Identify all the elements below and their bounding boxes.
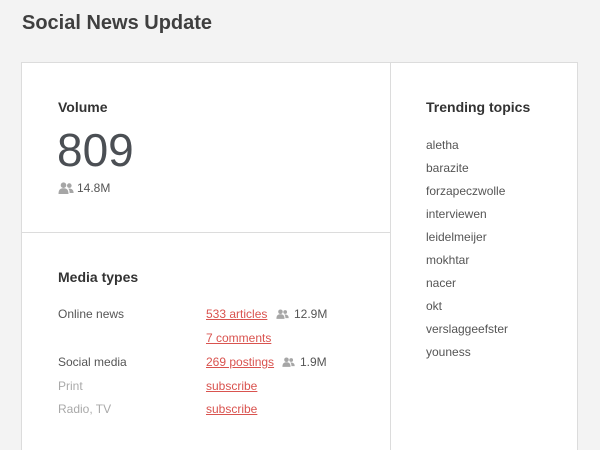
trending-topic[interactable]: barazite bbox=[426, 161, 469, 175]
column-divider bbox=[390, 63, 391, 450]
media-row-online-news-comments: 7 comments bbox=[58, 330, 378, 346]
trending-topic[interactable]: youness bbox=[426, 345, 471, 359]
print-subscribe-link[interactable]: subscribe bbox=[206, 378, 257, 394]
radio-tv-label: Radio, TV bbox=[58, 402, 112, 416]
volume-reach-value: 14.8M bbox=[77, 181, 111, 195]
people-icon bbox=[58, 182, 74, 194]
volume-value: 809 bbox=[57, 124, 134, 176]
online-news-articles-link[interactable]: 533 articles bbox=[206, 306, 267, 322]
media-types-heading: Media types bbox=[58, 269, 139, 285]
dashboard-card: Volume 809 14.8M Media types Online news… bbox=[21, 62, 578, 450]
left-column: Volume 809 14.8M Media types Online news… bbox=[22, 63, 390, 450]
media-row-social-media: Social media 269 postings 1.9M bbox=[58, 354, 378, 370]
section-divider bbox=[22, 232, 390, 233]
trending-topics-heading: Trending topics bbox=[426, 99, 531, 115]
media-row-print: Print subscribe bbox=[58, 378, 378, 394]
social-media-label: Social media bbox=[58, 355, 127, 369]
trending-topic[interactable]: forzapeczwolle bbox=[426, 184, 505, 198]
trending-topic[interactable]: interviewen bbox=[426, 207, 487, 221]
trending-topic[interactable]: mokhtar bbox=[426, 253, 469, 267]
trending-topic[interactable]: okt bbox=[426, 299, 442, 313]
media-row-online-news: Online news 533 articles 12.9M bbox=[58, 306, 378, 322]
media-row-radio-tv: Radio, TV subscribe bbox=[58, 401, 378, 417]
volume-heading: Volume bbox=[58, 99, 108, 115]
page: Social News Update Volume 809 14.8M Medi… bbox=[0, 0, 600, 450]
people-icon bbox=[276, 309, 289, 319]
social-media-reach: 1.9M bbox=[282, 355, 327, 369]
volume-reach: 14.8M bbox=[58, 181, 110, 195]
trending-topic[interactable]: verslaggeefster bbox=[426, 322, 508, 336]
online-news-comments-link[interactable]: 7 comments bbox=[206, 330, 271, 346]
trending-topic[interactable]: leidelmeijer bbox=[426, 230, 487, 244]
online-news-label: Online news bbox=[58, 307, 125, 321]
radio-tv-subscribe-link[interactable]: subscribe bbox=[206, 401, 257, 417]
people-icon bbox=[282, 357, 295, 367]
trending-topic[interactable]: nacer bbox=[426, 276, 456, 290]
online-news-reach: 12.9M bbox=[276, 307, 327, 321]
online-news-reach-value: 12.9M bbox=[294, 307, 328, 321]
print-label: Print bbox=[58, 379, 83, 393]
social-media-postings-link[interactable]: 269 postings bbox=[206, 354, 274, 370]
social-media-reach-value: 1.9M bbox=[300, 355, 327, 369]
trending-topic[interactable]: aletha bbox=[426, 138, 459, 152]
page-title: Social News Update bbox=[22, 12, 213, 34]
